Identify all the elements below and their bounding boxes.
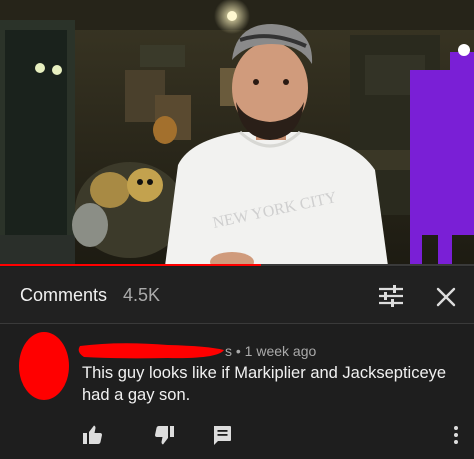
video-player[interactable]: NEW YORK CITY: [0, 0, 474, 266]
like-button[interactable]: [80, 423, 104, 447]
comments-header: Comments 4.5K: [0, 267, 474, 324]
sort-icon: [379, 285, 403, 307]
thumb-down-icon: [155, 426, 174, 445]
more-button[interactable]: [444, 423, 468, 447]
reply-icon: [214, 426, 231, 445]
dislike-button[interactable]: [153, 423, 177, 447]
comments-count: 4.5K: [123, 285, 161, 305]
video-progress-fill: [0, 264, 261, 266]
close-icon: [436, 287, 456, 307]
thumb-up-icon: [83, 425, 102, 444]
avatar[interactable]: [17, 331, 71, 401]
sort-button[interactable]: [376, 284, 406, 308]
comments-title: Comments: [20, 285, 108, 305]
comment-text: This guy looks like if Markiplier and Ja…: [82, 364, 447, 404]
author-redaction: [78, 343, 225, 359]
video-progress-bar[interactable]: [0, 264, 474, 266]
close-button[interactable]: [432, 284, 460, 310]
comment-item: s • 1 week ago This guy looks like if Ma…: [0, 325, 474, 459]
reply-button[interactable]: [210, 423, 234, 447]
video-frame: NEW YORK CITY: [0, 0, 474, 266]
more-vert-icon: [454, 426, 458, 444]
comment-timestamp: s • 1 week ago: [225, 343, 317, 359]
